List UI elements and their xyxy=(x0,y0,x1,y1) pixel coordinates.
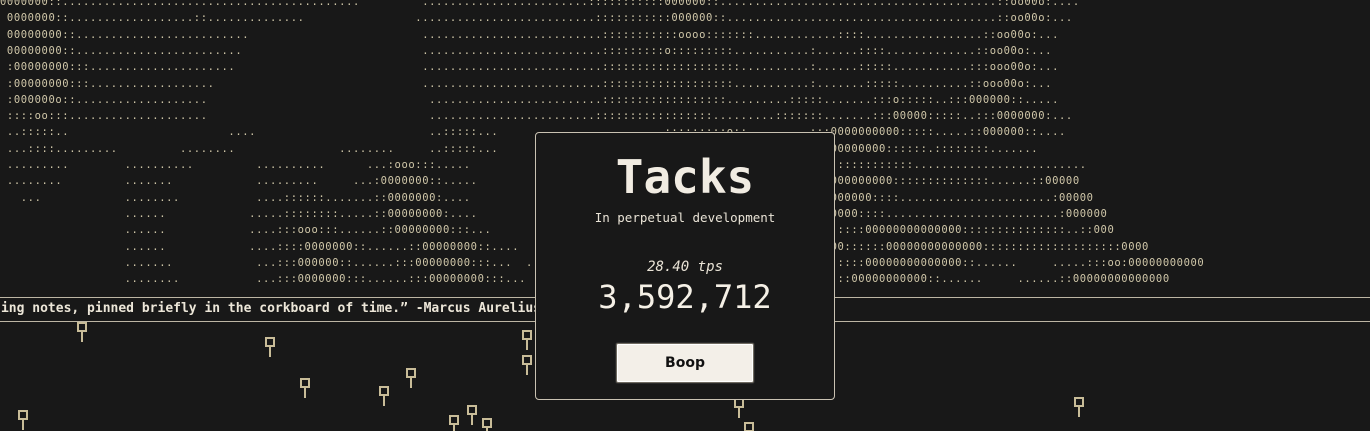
tack-icon xyxy=(377,386,391,410)
tack-icon xyxy=(298,378,312,402)
tack-icon xyxy=(447,415,461,431)
boop-button[interactable]: Boop xyxy=(616,343,754,383)
ascii-row: 0000000::...............................… xyxy=(0,0,1080,8)
ascii-row: ..:::::.. .... ..:::::... .........:::::… xyxy=(0,126,1066,139)
tack-icon xyxy=(263,337,277,361)
ascii-row: 0000000::..................::...........… xyxy=(0,12,1073,25)
main-panel: Tacks In perpetual development 28.40 tps… xyxy=(535,132,835,400)
ascii-row: ::::oo:::.................... ..........… xyxy=(0,110,1073,123)
tack-counter: 3,592,712 xyxy=(598,278,772,316)
tack-icon xyxy=(520,355,534,379)
ascii-row: 00000000::......................... ....… xyxy=(0,28,1059,41)
tack-icon xyxy=(480,418,494,431)
tack-icon xyxy=(732,398,746,422)
ascii-row: :00000000:::.................. .........… xyxy=(0,77,1053,90)
game-subtitle: In perpetual development xyxy=(594,210,776,225)
ascii-row: 00000000::........................ .....… xyxy=(0,44,1053,57)
ascii-row: :000000o::................... ..........… xyxy=(0,93,1059,106)
tack-icon xyxy=(520,330,534,354)
tack-icon xyxy=(16,410,30,431)
ascii-row: ...::::......... ........ ........ ..:::… xyxy=(0,142,1039,155)
game-title: Tacks xyxy=(615,150,755,204)
tack-icon xyxy=(1072,397,1086,421)
tack-icon xyxy=(465,405,479,429)
tack-icon xyxy=(75,322,89,346)
ascii-row: :00000000:::..................... ......… xyxy=(0,61,1059,74)
tacks-per-second: 28.40 tps xyxy=(647,259,723,275)
tack-icon xyxy=(742,422,756,431)
quote-text: “Fleeting notes, pinned briefly in the c… xyxy=(0,301,541,316)
tack-icon xyxy=(404,368,418,392)
